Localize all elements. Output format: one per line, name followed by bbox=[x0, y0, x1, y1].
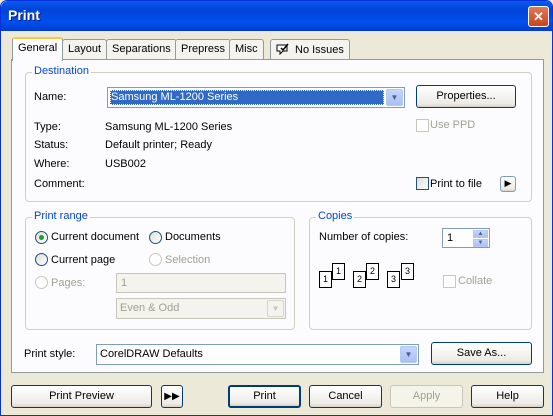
collate-checkbox[interactable] bbox=[443, 275, 456, 288]
chevron-down-icon: ▼ bbox=[386, 89, 403, 106]
destination-title: Destination bbox=[32, 65, 92, 77]
properties-button[interactable]: Properties... bbox=[416, 85, 516, 108]
pages-label: Pages: bbox=[51, 277, 86, 289]
help-button[interactable]: Help bbox=[471, 385, 544, 408]
current-document-label: Current document bbox=[51, 231, 140, 243]
type-label: Type: bbox=[34, 121, 61, 133]
chevron-down-icon: ▼ bbox=[400, 346, 417, 363]
save-as-button[interactable]: Save As... bbox=[431, 342, 532, 365]
copies-title: Copies bbox=[316, 210, 355, 222]
pages-value: 1 bbox=[121, 277, 128, 289]
tab-label: Layout bbox=[68, 43, 102, 55]
even-odd-value: Even & Odd bbox=[120, 302, 180, 314]
print-style-select[interactable]: CorelDRAW Defaults ▼ bbox=[96, 344, 419, 365]
status-label: Status: bbox=[34, 139, 69, 151]
documents-label: Documents bbox=[165, 231, 221, 243]
window-title: Print bbox=[8, 7, 40, 23]
print-dialog: Print ✕ General Layout Separations Prepr… bbox=[0, 0, 553, 416]
tab-no-issues[interactable]: No Issues bbox=[270, 39, 350, 59]
current-page-label: Current page bbox=[51, 254, 116, 266]
use-ppd-checkbox[interactable] bbox=[416, 119, 429, 132]
tab-layout[interactable]: Layout bbox=[62, 39, 108, 59]
use-ppd-label: Use PPD bbox=[430, 119, 476, 131]
where-value: USB002 bbox=[105, 158, 146, 170]
printer-name-select[interactable]: Samsung ML-1200 Series ▼ bbox=[107, 87, 405, 108]
print-to-file-arrow-icon[interactable]: ▶ bbox=[500, 176, 516, 192]
printer-name-value: Samsung ML-1200 Series bbox=[111, 91, 239, 103]
copies-stepper[interactable]: 1 ▲ ▼ bbox=[442, 228, 490, 248]
general-panel: Destination Name: Samsung ML-1200 Series… bbox=[11, 59, 544, 373]
where-label: Where: bbox=[34, 158, 70, 170]
chevron-down-icon[interactable]: ▼ bbox=[473, 239, 488, 247]
number-of-copies-label: Number of copies: bbox=[319, 231, 409, 243]
current-document-radio[interactable] bbox=[35, 231, 48, 244]
pages-radio[interactable] bbox=[35, 276, 48, 289]
tab-misc[interactable]: Misc bbox=[229, 39, 264, 59]
tab-separations[interactable]: Separations bbox=[106, 39, 177, 59]
tab-label: General bbox=[18, 42, 58, 54]
comment-label: Comment: bbox=[34, 178, 85, 190]
documents-radio[interactable] bbox=[149, 231, 162, 244]
tab-label: Separations bbox=[112, 43, 171, 55]
print-to-file-checkbox[interactable] bbox=[416, 177, 429, 190]
tab-prepress[interactable]: Prepress bbox=[175, 39, 232, 59]
page-icon: 1 bbox=[319, 271, 332, 288]
even-odd-select[interactable]: Even & Odd ▼ bbox=[116, 298, 286, 319]
page-icon: 2 bbox=[366, 263, 379, 280]
fast-forward-icon[interactable]: ▶▶ bbox=[161, 385, 183, 408]
pages-input[interactable]: 1 bbox=[116, 273, 286, 293]
selection-label: Selection bbox=[165, 254, 211, 266]
selection-radio[interactable] bbox=[149, 253, 162, 266]
tab-label: Prepress bbox=[181, 43, 226, 55]
cancel-button[interactable]: Cancel bbox=[309, 385, 382, 408]
copies-value: 1 bbox=[447, 232, 454, 244]
page-icon: 2 bbox=[353, 271, 366, 288]
print-to-file-label: Print to file bbox=[430, 178, 482, 190]
print-range-title: Print range bbox=[32, 210, 90, 222]
tab-label: Misc bbox=[235, 43, 258, 55]
status-value: Default printer; Ready bbox=[105, 139, 212, 151]
print-button[interactable]: Print bbox=[228, 385, 301, 408]
page-icon: 3 bbox=[387, 271, 400, 288]
page-icon: 1 bbox=[332, 263, 345, 280]
chevron-up-icon[interactable]: ▲ bbox=[473, 230, 488, 238]
type-value: Samsung ML-1200 Series bbox=[105, 121, 233, 133]
name-label: Name: bbox=[34, 91, 67, 103]
chevron-down-icon: ▼ bbox=[267, 300, 284, 317]
apply-button[interactable]: Apply bbox=[390, 385, 463, 408]
print-style-label: Print style: bbox=[24, 348, 76, 360]
close-icon[interactable]: ✕ bbox=[528, 6, 549, 27]
page-icon: 3 bbox=[401, 263, 414, 280]
issues-icon bbox=[276, 43, 289, 56]
collate-label: Collate bbox=[458, 275, 493, 287]
tab-general[interactable]: General bbox=[12, 37, 64, 61]
tab-label: No Issues bbox=[295, 44, 344, 56]
title-bar[interactable]: Print ✕ bbox=[1, 1, 552, 31]
print-style-value: CorelDRAW Defaults bbox=[100, 348, 203, 360]
current-page-radio[interactable] bbox=[35, 253, 48, 266]
print-preview-button[interactable]: Print Preview bbox=[11, 385, 152, 408]
